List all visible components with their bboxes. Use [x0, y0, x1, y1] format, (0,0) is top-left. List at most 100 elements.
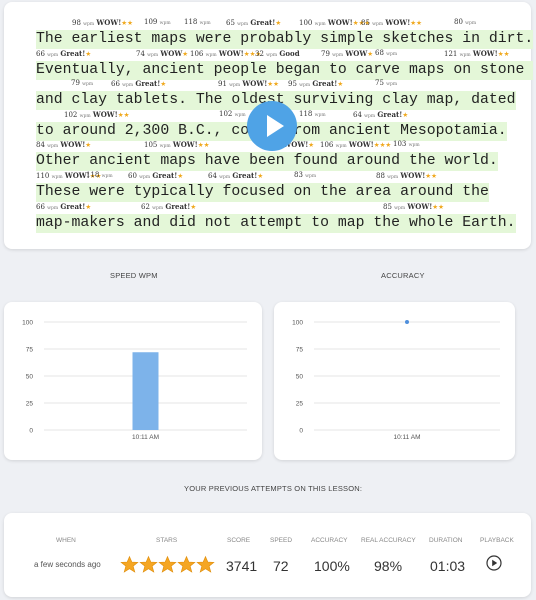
wpm-label: WOW!: [407, 201, 433, 211]
wpm-label: Good: [279, 48, 300, 58]
wpm-annotation: 74 wpm WOW★: [136, 49, 188, 58]
star-icon: ★: [257, 172, 264, 180]
wpm-label: WOW!: [60, 140, 86, 150]
x-tick-label: 10:11 AM: [132, 434, 159, 441]
wpm-value: 91: [218, 80, 227, 89]
wpm-value: 64: [353, 110, 362, 119]
wpm-annotation: 88 wpm WOW!★★: [376, 171, 437, 180]
wpm-unit: wpm: [314, 112, 326, 118]
wpm-annotation: 85 wpm WOW!★★: [361, 18, 422, 27]
wpm-annotation: 95 wpm Great!★: [288, 79, 343, 88]
attempt-when: a few seconds ago: [34, 560, 101, 569]
playback-button[interactable]: [486, 555, 502, 571]
star-icon: [139, 555, 158, 573]
wpm-value: 100: [299, 19, 313, 27]
play-circle-icon: [486, 555, 502, 571]
star-icon: ★★: [197, 141, 210, 150]
accuracy-chart-title: ACCURACY: [381, 271, 425, 280]
header-stars: STARS: [156, 537, 178, 544]
wpm-value: 60: [128, 172, 137, 180]
wpm-value: 83: [294, 171, 303, 179]
wpm-value: 66: [111, 80, 120, 89]
wpm-annotation: 91 wpm WOW!★★: [218, 79, 279, 88]
wpm-annotation: 109 wpm: [144, 18, 171, 26]
star-icon: ★: [85, 202, 92, 211]
star-icon: ★: [85, 141, 92, 150]
star-icon: ★★: [497, 49, 510, 58]
wpm-value: 98: [72, 19, 81, 27]
star-icon: ★: [160, 80, 167, 89]
speed-chart-title: SPEED WPM: [110, 271, 158, 280]
star-icon: ★: [308, 141, 315, 150]
play-button[interactable]: [247, 101, 297, 151]
wpm-label: Great!: [152, 171, 178, 180]
wpm-value: 110: [36, 172, 50, 180]
attempt-speed: 72: [273, 558, 289, 574]
accuracy-chart-card: 100 75 50 25 0 10:11 AM: [274, 302, 515, 460]
wpm-value: 105: [144, 141, 158, 150]
lesson-line-text: The earliest maps were probably simple s…: [36, 30, 534, 49]
wpm-annotation: 103 wpm: [393, 140, 420, 148]
wpm-annotation: 64 wpm Great!★: [353, 110, 408, 119]
wpm-unit: wpm: [47, 52, 59, 58]
wpm-label: WOW!: [172, 140, 198, 150]
wpm-annotation: 66 wpm Great!★: [36, 202, 91, 211]
wpm-value: 84: [36, 141, 45, 150]
wpm-label: Great!: [232, 171, 258, 180]
wpm-value: 118: [299, 109, 313, 118]
header-duration: DURATION: [429, 537, 463, 544]
wpm-unit: wpm: [152, 205, 164, 211]
y-tick-label: 50: [26, 374, 34, 381]
wpm-annotation: 102 wpm WOW!★★: [64, 110, 129, 119]
wpm-unit: wpm: [314, 22, 326, 27]
star-icon: ★★: [121, 19, 133, 27]
wpm-value: 68: [375, 48, 384, 57]
star-icon: ★★: [410, 19, 422, 27]
wpm-unit: wpm: [234, 112, 246, 118]
y-tick-label: 100: [22, 320, 33, 327]
wpm-unit: wpm: [82, 82, 94, 88]
wpm-label: WOW!: [472, 48, 498, 58]
wpm-annotation: 105 wpm WOW!★★: [144, 140, 209, 149]
y-tick-label: 0: [299, 428, 303, 435]
wpm-annotation: 121 wpm WOW!★★: [444, 49, 509, 58]
lesson-line-text: map-makers and did not attempt to map th…: [36, 213, 516, 233]
star-icon: [177, 555, 196, 573]
star-icon: [196, 555, 215, 573]
wpm-unit: wpm: [335, 144, 347, 150]
star-icon: ★: [190, 202, 197, 211]
y-tick-label: 100: [292, 320, 303, 327]
wpm-unit: wpm: [332, 52, 344, 58]
wpm-label: WOW!: [218, 48, 244, 58]
wpm-annotation: 102 wpm: [219, 110, 246, 118]
wpm-label: Great!: [60, 48, 86, 58]
wpm-value: 118: [86, 171, 100, 179]
wpm-unit: wpm: [266, 52, 278, 58]
wpm-annotation: 80 wpm: [454, 18, 476, 26]
wpm-label: WOW: [345, 48, 368, 58]
wpm-value: 79: [71, 79, 80, 88]
star-icon: ★: [182, 49, 189, 58]
wpm-annotation: 32 wpm Good: [255, 49, 300, 58]
wpm-label: WOW!: [327, 18, 353, 27]
wpm-unit: wpm: [147, 52, 159, 58]
wpm-unit: wpm: [159, 21, 171, 26]
wpm-annotation: 106 wpm WOW!★★★: [320, 140, 391, 149]
star-icon: ★: [275, 19, 282, 27]
bar: [132, 352, 159, 430]
wpm-value: 106: [190, 49, 204, 58]
wpm-annotation: 64 wpm Great!★: [208, 171, 263, 180]
y-tick-label: 75: [296, 347, 304, 354]
wpm-annotation: 100 wpm WOW!★★★: [299, 18, 370, 27]
wpm-unit: wpm: [229, 83, 241, 89]
wpm-annotation: 85 wpm WOW!★★: [383, 202, 444, 211]
wpm-label: WOW!: [96, 18, 122, 27]
star-icon: ★: [85, 49, 92, 58]
attempt-score: 3741: [226, 558, 258, 574]
wpm-annotation: 118 wpm: [299, 110, 326, 118]
data-point: [405, 320, 409, 324]
x-tick-label: 10:11 AM: [394, 434, 421, 441]
wpm-value: 32: [255, 49, 264, 58]
y-tick-label: 25: [296, 401, 304, 408]
y-tick-label: 25: [26, 401, 34, 408]
